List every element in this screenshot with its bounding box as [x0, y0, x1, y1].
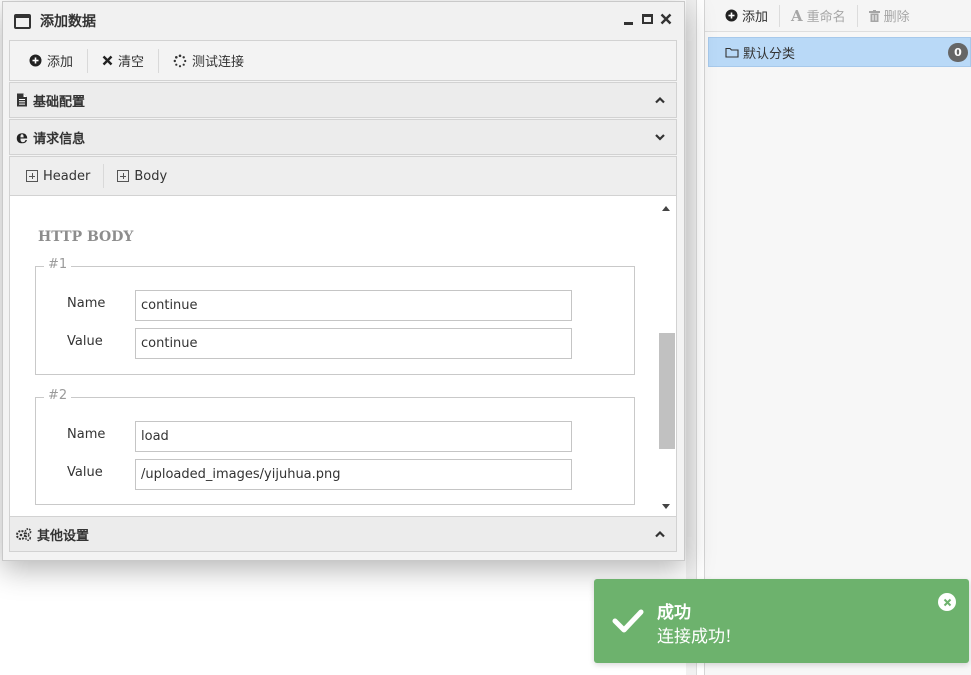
category-toolbar: 添加 A 重命名 删除: [705, 0, 971, 32]
delete-category-label: 删除: [883, 10, 910, 25]
param-value-input[interactable]: /uploaded_images/yijuhua.png: [135, 459, 572, 490]
vertical-scrollbar[interactable]: [658, 196, 676, 516]
close-icon: [943, 598, 951, 606]
rename-category-button[interactable]: A 重命名: [780, 5, 857, 27]
window-icon: [14, 13, 31, 29]
param-name-row: Name load: [36, 421, 634, 452]
minimize-button[interactable]: [621, 12, 635, 26]
section-other-settings[interactable]: 其他设置: [9, 516, 677, 552]
plus-square-icon: [117, 170, 130, 182]
close-button[interactable]: [659, 12, 673, 26]
dialog-body: 添加 清空 测试连接 基础配置 e 请求信息 Header Body HTTP …: [9, 40, 677, 552]
plus-square-icon: [26, 170, 38, 182]
request-tab-bar: Header Body: [9, 156, 677, 196]
param-value-row: Value continue: [36, 328, 634, 359]
spinner-icon: [173, 54, 187, 67]
success-toast: 成功 连接成功!: [594, 579, 969, 663]
plus-circle-icon: [725, 9, 738, 22]
tab-body[interactable]: Body: [109, 163, 175, 189]
name-label: Name: [67, 427, 106, 442]
toast-message: 连接成功!: [657, 627, 732, 647]
add-data-dialog: 添加数据 添加 清空 测试连接 基础配置 e 请求信息 Header Body …: [2, 1, 685, 561]
maximize-button[interactable]: [640, 12, 654, 26]
section-request-info[interactable]: e 请求信息: [9, 119, 677, 155]
clear-button[interactable]: 清空: [93, 49, 153, 73]
value-label: Value: [67, 334, 103, 349]
font-letter-icon: A: [791, 6, 803, 25]
scroll-thumb[interactable]: [659, 333, 675, 449]
test-connection-label: 测试连接: [192, 55, 245, 70]
scroll-down-arrow[interactable]: [662, 504, 670, 509]
rename-category-label: 重命名: [806, 10, 846, 25]
scroll-up-arrow[interactable]: [662, 206, 670, 211]
x-icon: [102, 55, 113, 66]
section-basic-config[interactable]: 基础配置: [9, 82, 677, 118]
chevron-up-icon[interactable]: [654, 94, 666, 106]
dialog-title: 添加数据: [40, 14, 96, 30]
internet-explorer-icon: e: [16, 126, 29, 148]
param-legend: #2: [44, 388, 72, 403]
tab-body-label: Body: [134, 168, 168, 184]
category-panel: 添加 A 重命名 删除 默认分类 0: [704, 0, 971, 675]
clear-label: 清空: [118, 55, 145, 70]
toast-close-button[interactable]: [938, 593, 956, 611]
chevron-up-icon[interactable]: [654, 528, 666, 540]
tab-header-label: Header: [43, 168, 91, 184]
add-button[interactable]: 添加: [20, 49, 82, 73]
param-value-input[interactable]: continue: [135, 328, 572, 359]
add-label: 添加: [47, 55, 74, 70]
background-window-strip: [686, 0, 697, 675]
folder-icon: [725, 47, 739, 58]
minimize-icon: [623, 21, 633, 25]
param-name-input[interactable]: load: [135, 421, 572, 452]
param-name-row: Name continue: [36, 290, 634, 321]
section-other-title: 其他设置: [37, 528, 90, 544]
toolbar-divider: [158, 48, 160, 73]
category-count-badge: 0: [948, 43, 968, 62]
delete-category-button[interactable]: 删除: [858, 5, 921, 27]
name-label: Name: [67, 296, 106, 311]
category-item-default[interactable]: 默认分类 0: [708, 37, 971, 67]
plus-circle-icon: [29, 54, 42, 67]
dialog-toolbar: 添加 清空 测试连接: [9, 40, 677, 81]
trash-icon: [868, 9, 880, 22]
maximize-icon: [641, 14, 653, 24]
section-basic-title: 基础配置: [33, 94, 86, 110]
tab-divider: [103, 164, 105, 188]
section-request-title: 请求信息: [33, 131, 86, 147]
add-category-label: 添加: [742, 10, 769, 25]
param-fieldset: #2 Name load Value /uploaded_images/yiju…: [35, 388, 635, 505]
param-name-input[interactable]: continue: [135, 290, 572, 321]
toolbar-divider: [87, 48, 89, 73]
chevron-down-icon[interactable]: [654, 131, 666, 143]
category-label: 默认分类: [743, 46, 796, 62]
param-fieldset: #1 Name continue Value continue: [35, 257, 635, 375]
checkmark-icon: [612, 609, 644, 633]
tab-header[interactable]: Header: [18, 163, 98, 189]
http-body-title: HTTP BODY: [38, 229, 134, 245]
param-legend: #1: [44, 257, 72, 272]
param-value-row: Value /uploaded_images/yijuhua.png: [36, 459, 634, 490]
value-label: Value: [67, 465, 103, 480]
gears-icon: [16, 527, 32, 541]
body-params-panel[interactable]: HTTP BODY #1 Name continue Value continu…: [9, 196, 677, 516]
window-controls: [621, 12, 673, 26]
close-icon: [660, 13, 672, 25]
document-icon: [16, 93, 28, 107]
toast-title: 成功: [657, 603, 691, 623]
test-connection-button[interactable]: 测试连接: [164, 49, 253, 73]
add-category-button[interactable]: 添加: [717, 5, 779, 27]
dialog-titlebar[interactable]: 添加数据: [3, 2, 684, 40]
